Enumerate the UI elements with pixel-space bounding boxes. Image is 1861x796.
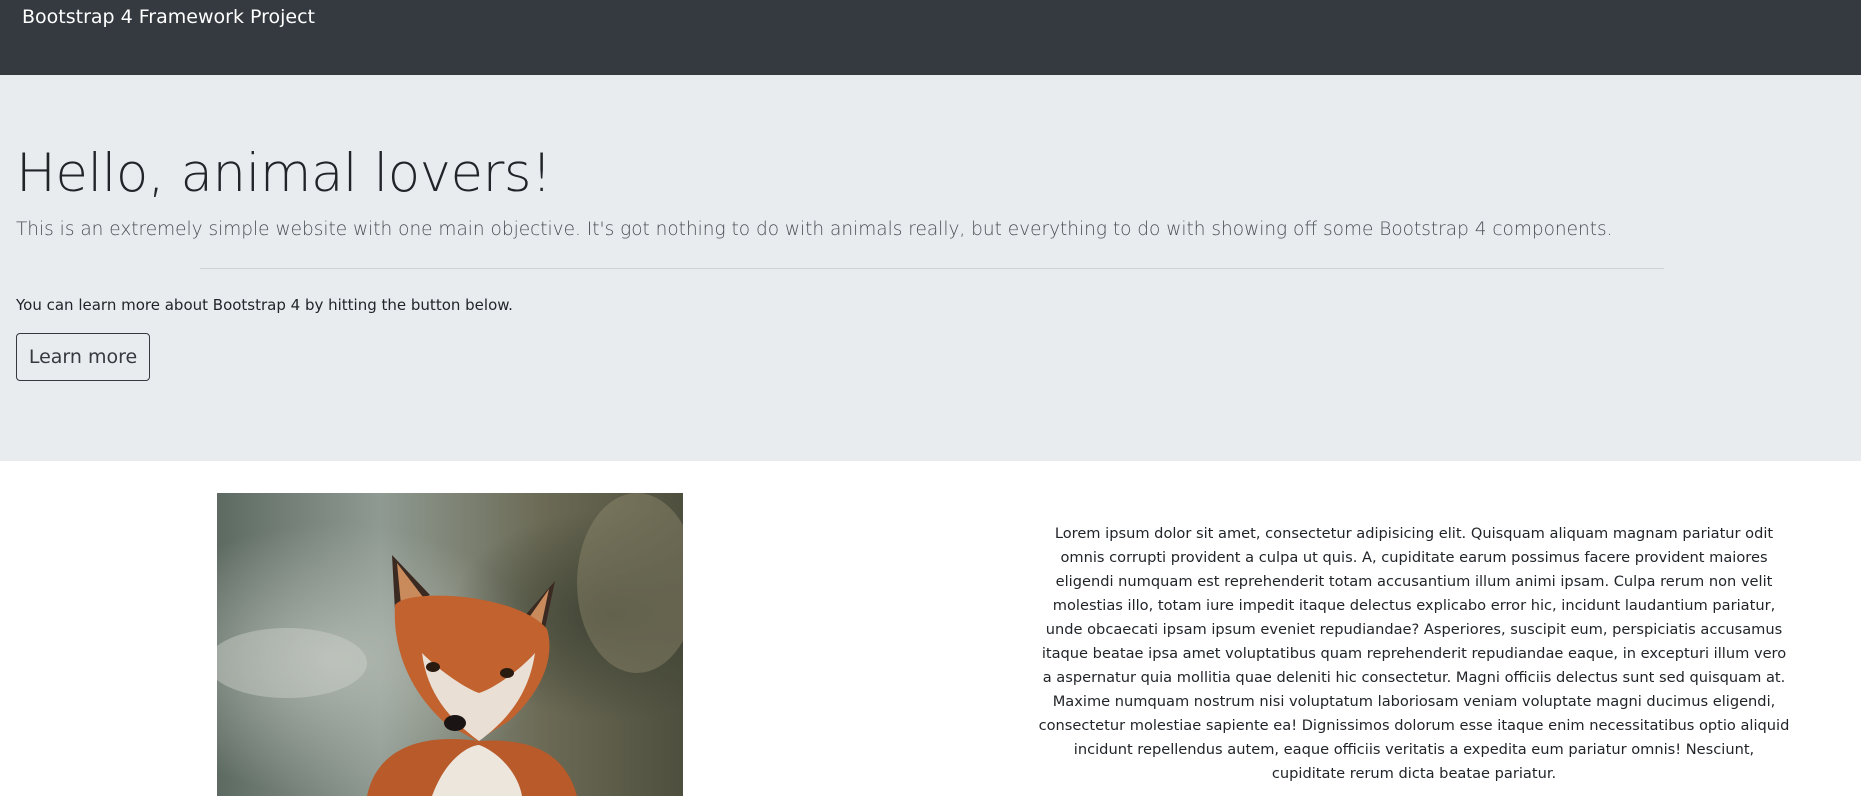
info-text: You can learn more about Bootstrap 4 by … [16, 296, 513, 314]
navbar: Bootstrap 4 Framework Project [0, 0, 1861, 75]
navbar-brand[interactable]: Bootstrap 4 Framework Project [22, 6, 315, 28]
divider [200, 268, 1664, 269]
lead-text: This is an extremely simple website with… [16, 219, 1613, 240]
fox-image [217, 493, 683, 796]
learn-more-button[interactable]: Learn more [16, 333, 150, 381]
jumbotron: Hello, animal lovers! This is an extreme… [0, 75, 1861, 461]
body-paragraph: Lorem ipsum dolor sit amet, consectetur … [1038, 525, 1790, 782]
page-heading: Hello, animal lovers! [16, 143, 552, 204]
